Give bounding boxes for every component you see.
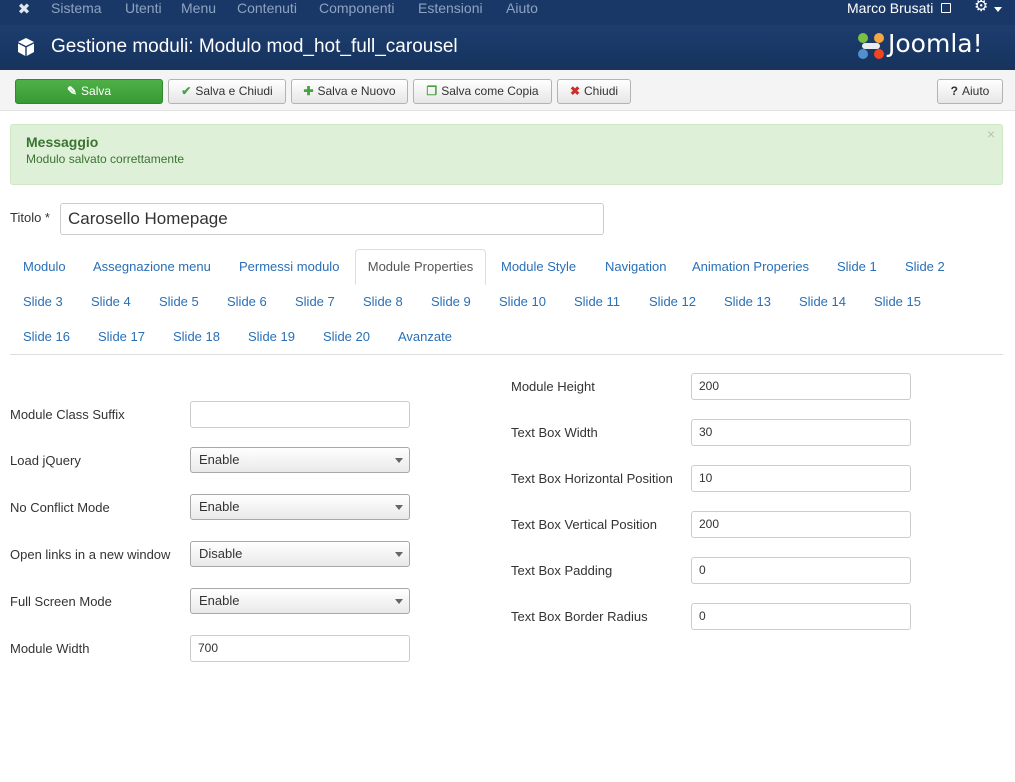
save-copy-button[interactable]: ❐ Salva come Copia xyxy=(413,79,552,104)
check-icon: ✔ xyxy=(181,84,192,98)
toolbar: ✎ Salva ✔ Salva e Chiudi ✚ Salva e Nuovo ❐ S… xyxy=(0,70,1015,111)
tab-slide-13[interactable]: Slide 13 xyxy=(724,292,771,312)
tab-module-style[interactable]: Module Style xyxy=(501,257,576,277)
no-conflict-mode-label: No Conflict Mode xyxy=(10,500,110,515)
tab-modulo[interactable]: Modulo xyxy=(23,257,66,277)
tab-avanzate[interactable]: Avanzate xyxy=(398,327,452,347)
tab-slide-6[interactable]: Slide 6 xyxy=(227,292,267,312)
tab-slide-16[interactable]: Slide 16 xyxy=(23,327,70,347)
tab-assegnazione-menu[interactable]: Assegnazione menu xyxy=(93,257,211,277)
tab-slide-7[interactable]: Slide 7 xyxy=(295,292,335,312)
edit-icon: ✎ xyxy=(66,84,78,98)
cube-icon xyxy=(18,38,34,56)
dropdown-arrow-icon xyxy=(395,505,403,510)
module-class-suffix-label: Module Class Suffix xyxy=(10,407,125,422)
message-text: Modulo salvato correttamente xyxy=(26,152,185,166)
tab-slide-20[interactable]: Slide 20 xyxy=(323,327,370,347)
tabs-divider xyxy=(10,354,1003,355)
user-name-link[interactable]: Marco Brusati xyxy=(847,0,933,16)
save-close-button[interactable]: ✔ Salva e Chiudi xyxy=(168,79,286,104)
no-conflict-mode-select[interactable]: Enable xyxy=(190,494,410,520)
tab-slide-8[interactable]: Slide 8 xyxy=(363,292,403,312)
tab-slide-4[interactable]: Slide 4 xyxy=(91,292,131,312)
module-class-suffix-input[interactable] xyxy=(190,401,410,428)
tab-module-properties[interactable]: Module Properties xyxy=(355,249,486,285)
close-circle-icon: ✖ xyxy=(569,84,581,98)
tab-slide-10[interactable]: Slide 10 xyxy=(499,292,546,312)
module-width-label: Module Width xyxy=(10,641,90,656)
tab-slide-17[interactable]: Slide 17 xyxy=(98,327,145,347)
tab-slide-5[interactable]: Slide 5 xyxy=(159,292,199,312)
text-box-horizontal-position-label: Text Box Horizontal Position xyxy=(511,471,673,486)
help-button[interactable]: ? Aiuto xyxy=(937,79,1003,104)
joomla-logo-icon xyxy=(858,33,884,59)
save-new-button[interactable]: ✚ Salva e Nuovo xyxy=(291,79,408,104)
full-screen-mode-label: Full Screen Mode xyxy=(10,594,112,609)
menu-menu[interactable]: Menu xyxy=(181,0,216,18)
menu-componenti[interactable]: Componenti xyxy=(319,0,395,18)
close-button[interactable]: ✖ Chiudi xyxy=(557,79,631,104)
tab-slide-12[interactable]: Slide 12 xyxy=(649,292,696,312)
tab-slide-2[interactable]: Slide 2 xyxy=(905,257,945,277)
tab-slide-9[interactable]: Slide 9 xyxy=(431,292,471,312)
full-screen-mode-select[interactable]: Enable xyxy=(190,588,410,614)
close-icon[interactable]: × xyxy=(987,126,995,142)
text-box-width-input[interactable]: 30 xyxy=(691,419,911,446)
page-header: Gestione moduli: Modulo mod_hot_full_car… xyxy=(0,25,1015,70)
admin-menu-bar: ✖ Sistema Utenti Menu Contenuti Componen… xyxy=(0,0,1015,25)
tab-slide-1[interactable]: Slide 1 xyxy=(837,257,877,277)
menu-estensioni[interactable]: Estensioni xyxy=(418,0,483,18)
external-link-icon[interactable] xyxy=(941,3,951,13)
question-icon: ? xyxy=(950,84,958,98)
dropdown-arrow-icon xyxy=(395,458,403,463)
joomla-brand-text: Joomla! xyxy=(888,29,983,58)
joomla-logo-icon[interactable]: ✖ xyxy=(14,1,34,21)
menu-sistema[interactable]: Sistema xyxy=(51,0,102,18)
save-button[interactable]: ✎ Salva xyxy=(15,79,163,104)
copy-icon: ❐ xyxy=(426,84,438,98)
gear-icon[interactable]: ⚙ xyxy=(974,0,988,16)
text-box-width-label: Text Box Width xyxy=(511,425,598,440)
dropdown-arrow-icon xyxy=(395,552,403,557)
menu-contenuti[interactable]: Contenuti xyxy=(237,0,297,18)
text-box-border-radius-input[interactable]: 0 xyxy=(691,603,911,630)
tab-slide-15[interactable]: Slide 15 xyxy=(874,292,921,312)
load-jquery-select[interactable]: Enable xyxy=(190,447,410,473)
title-input[interactable]: Carosello Homepage xyxy=(60,203,604,235)
tab-navigation[interactable]: Navigation xyxy=(605,257,666,277)
open-links-new-window-label: Open links in a new window xyxy=(10,547,171,562)
tab-slide-19[interactable]: Slide 19 xyxy=(248,327,295,347)
tab-animation-properies[interactable]: Animation Properies xyxy=(692,257,809,277)
menu-utenti[interactable]: Utenti xyxy=(125,0,162,18)
plus-icon: ✚ xyxy=(303,84,314,98)
text-box-vertical-position-input[interactable]: 200 xyxy=(691,511,911,538)
open-links-new-window-select[interactable]: Disable xyxy=(190,541,410,567)
text-box-padding-input[interactable]: 0 xyxy=(691,557,911,584)
text-box-vertical-position-label: Text Box Vertical Position xyxy=(511,517,657,532)
page-title: Gestione moduli: Modulo mod_hot_full_car… xyxy=(51,36,458,57)
tab-permessi-modulo[interactable]: Permessi modulo xyxy=(239,257,339,277)
menu-aiuto[interactable]: Aiuto xyxy=(506,0,538,18)
success-message: Messaggio Modulo salvato correttamente × xyxy=(10,124,1003,185)
text-box-padding-label: Text Box Padding xyxy=(511,563,613,578)
message-heading: Messaggio xyxy=(26,134,99,150)
joomla-brand-logo: Joomla! xyxy=(855,28,1005,64)
chevron-down-icon[interactable] xyxy=(994,7,1002,12)
tab-slide-18[interactable]: Slide 18 xyxy=(173,327,220,347)
module-width-input[interactable]: 700 xyxy=(190,635,410,662)
tab-slide-11[interactable]: Slide 11 xyxy=(574,292,620,312)
tab-slide-3[interactable]: Slide 3 xyxy=(23,292,63,312)
tab-slide-14[interactable]: Slide 14 xyxy=(799,292,846,312)
dropdown-arrow-icon xyxy=(395,599,403,604)
module-height-input[interactable]: 200 xyxy=(691,373,911,400)
title-label: Titolo * xyxy=(10,210,50,225)
text-box-border-radius-label: Text Box Border Radius xyxy=(511,609,648,624)
text-box-horizontal-position-input[interactable]: 10 xyxy=(691,465,911,492)
load-jquery-label: Load jQuery xyxy=(10,453,81,468)
module-height-label: Module Height xyxy=(511,379,595,394)
